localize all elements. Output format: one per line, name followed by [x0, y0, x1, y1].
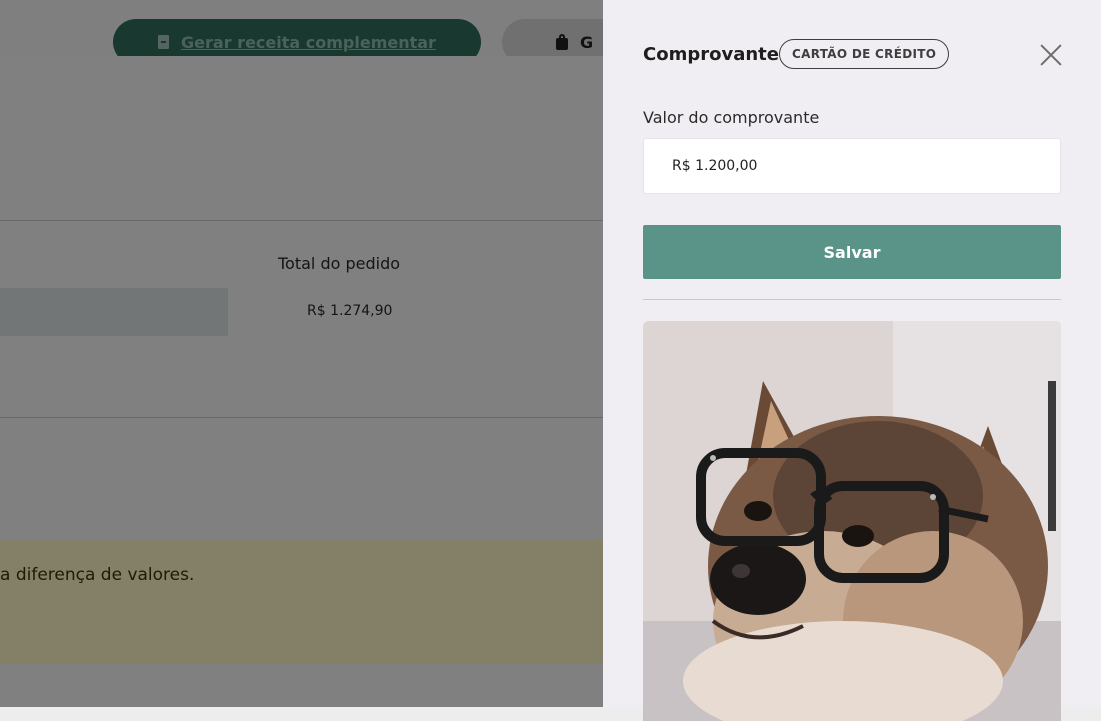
drawer-title: Comprovante: [643, 44, 779, 65]
modal-backdrop[interactable]: [0, 0, 603, 707]
receipt-value-label: Valor do comprovante: [643, 108, 820, 127]
receipt-image: [643, 321, 1061, 721]
dog-with-glasses-photo: [643, 321, 1061, 721]
save-button[interactable]: Salvar: [643, 225, 1061, 279]
drawer-divider: [643, 299, 1061, 300]
receipt-value-input[interactable]: [643, 138, 1061, 194]
receipt-drawer: Comprovante CARTÃO DE CRÉDITO Valor do c…: [603, 0, 1101, 721]
payment-method-badge: CARTÃO DE CRÉDITO: [779, 39, 950, 69]
close-icon[interactable]: [1038, 42, 1064, 68]
